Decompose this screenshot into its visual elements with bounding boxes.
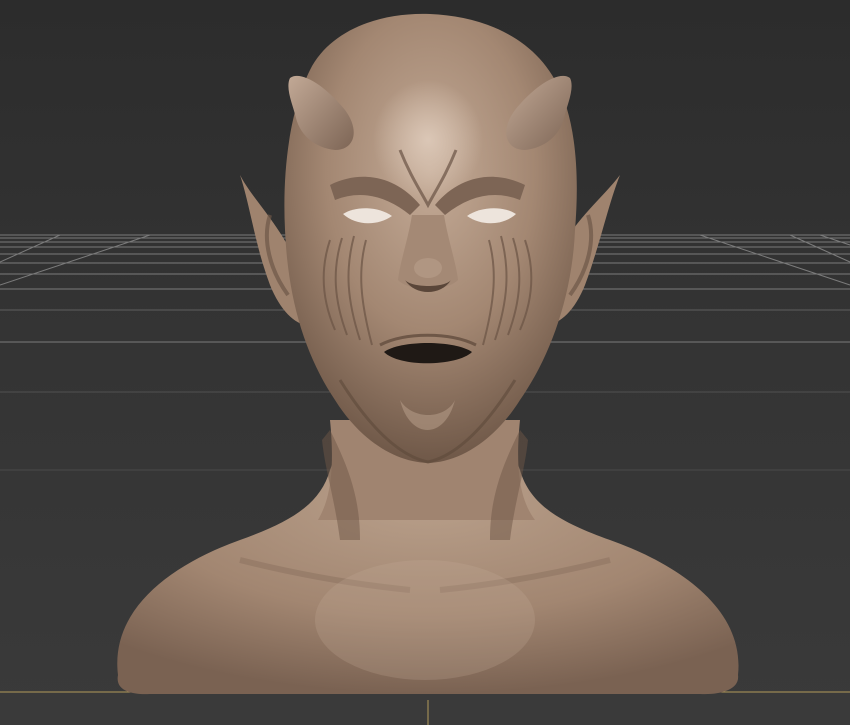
viewport-canvas[interactable] <box>0 0 850 725</box>
3d-viewport[interactable] <box>0 0 850 725</box>
axis-lines <box>0 691 850 725</box>
sculpted-demon-bust[interactable] <box>117 13 739 695</box>
